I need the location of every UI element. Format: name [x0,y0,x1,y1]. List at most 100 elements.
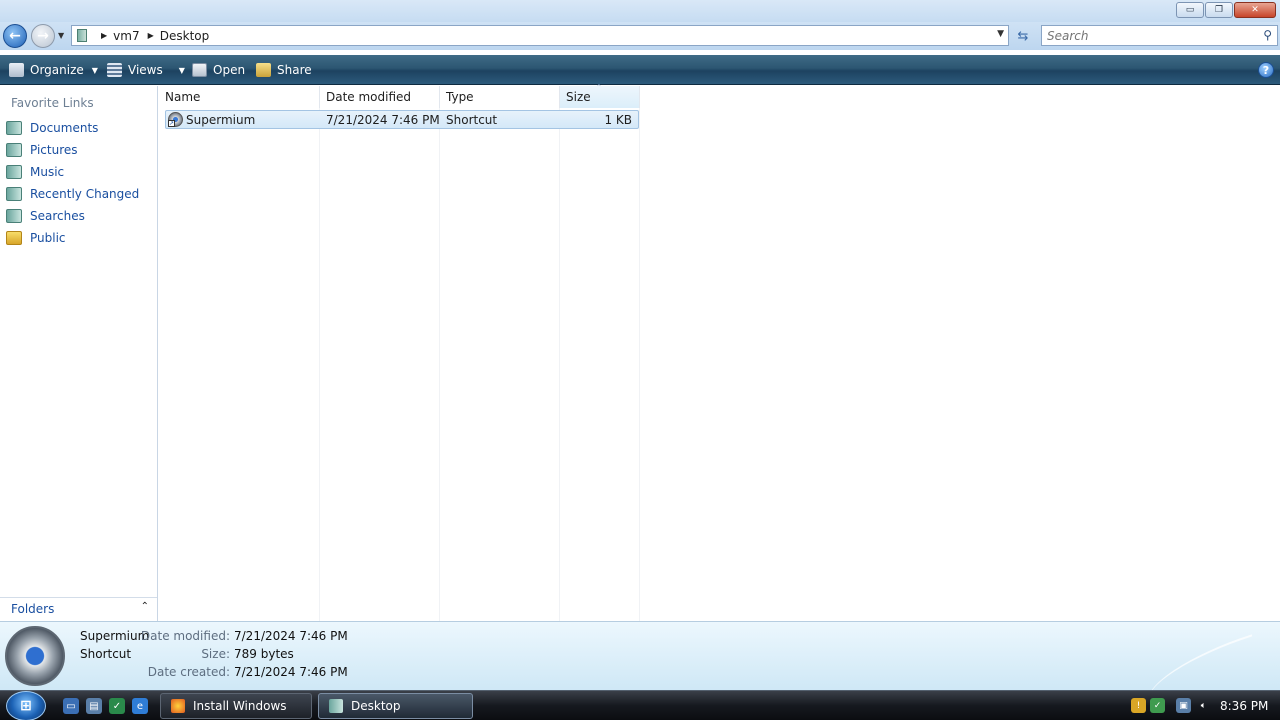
clock[interactable]: 8:36 PM [1220,699,1268,713]
sidebar-item-documents[interactable]: Documents [6,118,98,138]
views-label: Views [128,63,163,77]
organize-button[interactable]: Organize ▼ [9,55,98,85]
column-header-date-modified[interactable]: Date modified [320,86,440,108]
column-divider [639,108,640,621]
command-bar: Organize ▼ Views ▼ Open Share [0,55,1280,85]
show-desktop-icon[interactable]: ▭ [63,698,79,714]
favorite-links-heading: Favorite Links [11,96,94,110]
taskbar-item-desktop[interactable]: Desktop [318,693,473,719]
install-windows-icon [171,699,185,713]
details-date-created-value: 7/21/2024 7:46 PM [234,665,348,679]
organize-label: Organize [30,63,84,77]
file-size: 1 KB [604,113,632,127]
column-divider [319,108,320,621]
column-divider [439,108,440,621]
sidebar-item-label: Pictures [30,143,78,157]
public-folder-icon [6,231,22,245]
breadcrumb-vm7[interactable]: vm7 [113,29,139,43]
share-label: Share [277,63,312,77]
details-date-modified-value: 7/21/2024 7:46 PM [234,629,348,643]
volume-icon[interactable]: 🔈︎ [1196,698,1211,713]
shortcut-arrow-icon: ↗ [168,120,175,127]
forward-button[interactable]: → [31,24,55,48]
breadcrumb-separator-icon[interactable]: ▶ [148,31,154,40]
organize-icon [9,63,24,77]
back-arrow-icon: ← [9,28,21,44]
chevron-down-icon: ▼ [58,31,65,40]
sidebar-item-label: Recently Changed [30,187,140,201]
taskbar-item-install-windows[interactable]: Install Windows [160,693,312,719]
open-label: Open [213,63,246,77]
column-header-label: Size [566,90,591,104]
file-list: Name Date modified Type Size ⌃ ↗ Supermi… [159,83,1280,621]
sidebar-item-pictures[interactable]: Pictures [6,140,78,160]
taskbar-item-label: Desktop [351,699,401,713]
network-icon[interactable]: ▣ [1176,698,1191,713]
navigation-pane: Favorite Links Documents Pictures Music … [0,86,158,621]
column-header-label: Name [165,90,201,104]
sidebar-item-searches[interactable]: Searches [6,206,85,226]
help-icon[interactable]: ? [1258,62,1274,78]
minimize-icon: ▭ [1185,5,1195,15]
sidebar-item-public[interactable]: Public [6,228,66,248]
back-button[interactable]: ← [3,24,27,48]
taskbar-item-label: Install Windows [193,699,287,713]
column-header-label: Date modified [326,90,412,104]
close-icon: ✕ [1251,5,1259,15]
sort-indicator-icon: ⌃ [596,83,602,91]
open-button[interactable]: Open [192,55,245,85]
share-icon [256,63,271,77]
sidebar-item-label: Searches [30,209,85,223]
column-header-size[interactable]: Size ⌃ [560,83,640,108]
views-button[interactable]: Views ▼ [107,55,185,85]
details-size-value: 789 bytes [234,647,294,661]
switch-windows-icon[interactable]: ▤ [86,698,102,714]
column-header-name[interactable]: Name [159,86,320,108]
supermium-large-icon [5,626,65,686]
address-bar[interactable]: ▶ vm7 ▶ Desktop ▼ [71,25,1009,46]
table-row[interactable]: ↗ Supermium 7/21/2024 7:46 PM Shortcut 1… [165,110,639,129]
search-input[interactable] [1042,26,1242,45]
pictures-icon [6,143,22,157]
media-player-icon[interactable]: ✓ [109,698,125,714]
recently-changed-icon [6,187,22,201]
folders-toggle[interactable]: Folders ⌃ [0,597,157,619]
folder-icon [329,699,343,713]
column-header-type[interactable]: Type [440,86,560,108]
details-size-label: Size: [201,647,230,661]
searches-icon [6,209,22,223]
address-dropdown-icon[interactable]: ▼ [997,29,1004,39]
folder-icon [77,29,87,42]
security-shield-icon[interactable]: ! [1131,698,1146,713]
maximize-button[interactable]: ❐ [1205,2,1233,18]
forward-arrow-icon: → [37,28,49,44]
file-type: Shortcut [446,113,498,127]
minimize-button[interactable]: ▭ [1176,2,1204,18]
chevron-down-icon: ▼ [91,65,98,75]
column-divider [559,108,560,621]
chevron-up-icon: ⌃ [140,601,149,612]
share-button[interactable]: Share [256,55,312,85]
details-pane: Supermium Shortcut Date modified: 7/21/2… [0,621,1280,704]
start-button[interactable]: ⊞ [6,691,46,720]
breadcrumb-desktop[interactable]: Desktop [160,29,210,43]
internet-explorer-icon[interactable]: e [132,698,148,714]
window-controls: ▭ ❐ ✕ [1176,2,1276,18]
search-box[interactable]: ⚲ [1041,25,1278,46]
recent-pages-dropdown[interactable]: ▼ [58,31,64,40]
sidebar-item-recently-changed[interactable]: Recently Changed [6,184,139,204]
taskbar: ⊞ ▭ ▤ ✓ e Install Windows Desktop ! ✓ ▣ … [0,690,1280,720]
sidebar-item-label: Music [30,165,65,179]
windows-logo-icon: ⊞ [20,698,32,714]
refresh-button[interactable]: ⇆ [1012,26,1034,46]
defender-icon[interactable]: ✓ [1150,698,1165,713]
folders-label: Folders [11,601,55,616]
search-icon[interactable]: ⚲ [1263,28,1272,42]
breadcrumb-separator-icon[interactable]: ▶ [101,31,107,40]
close-button[interactable]: ✕ [1234,2,1276,18]
sidebar-item-music[interactable]: Music [6,162,64,182]
title-bar: ▭ ❐ ✕ [0,0,1280,22]
column-header-label: Type [446,90,474,104]
sidebar-item-label: Documents [30,121,99,135]
documents-icon [6,121,22,135]
